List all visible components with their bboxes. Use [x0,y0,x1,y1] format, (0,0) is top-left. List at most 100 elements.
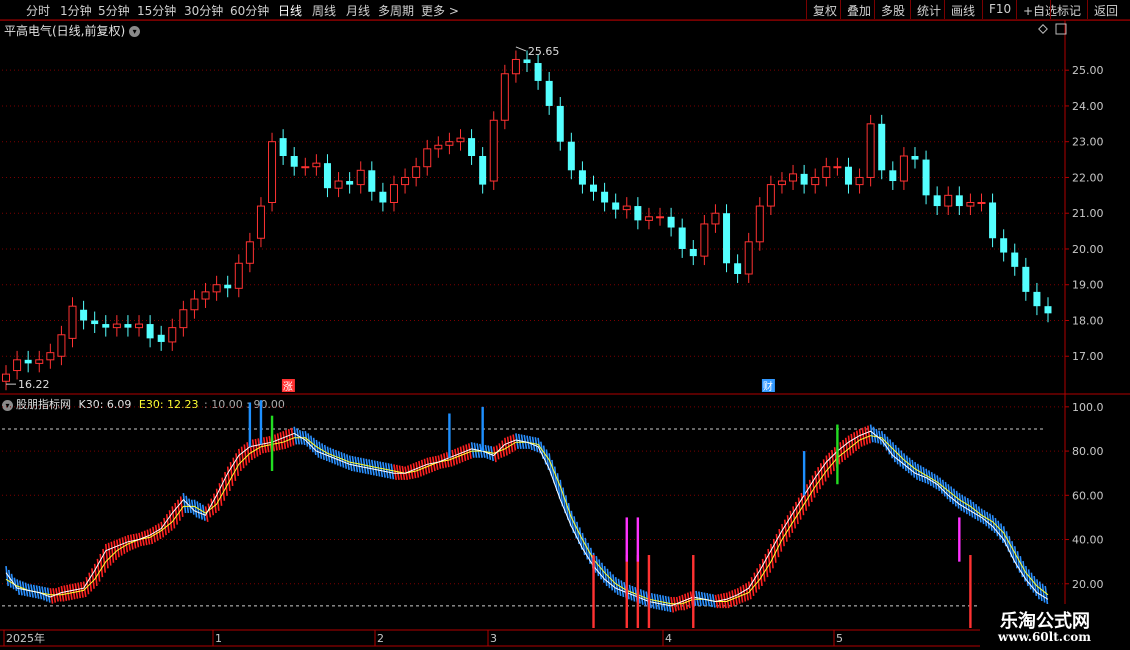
price-tick-label: 18.00 [1072,314,1104,327]
hatch-stroke [745,583,749,601]
price-tick-label: 22.00 [1072,171,1104,184]
hatch-stroke [362,458,367,474]
candle-body [2,373,10,382]
candle-body [766,184,775,207]
candle-body [678,227,686,249]
blue-signal-bar [259,400,263,445]
candle-body [578,170,586,185]
hatch-stroke [357,457,361,473]
event-marker-label: 财 [763,380,773,393]
candle-body [489,119,498,182]
hatch-stroke [240,446,245,469]
hatch-stroke [742,584,747,602]
hatch-stroke [889,439,894,459]
hatch-stroke [603,565,608,587]
hatch-stroke [952,488,957,507]
time-axis-label: 1 [215,632,222,645]
hatch-stroke [376,460,381,477]
hatch-stroke [359,457,364,474]
blue-signal-bar [448,413,451,458]
candle-body [80,309,88,321]
hatch-stroke [614,577,619,595]
hatch-stroke [966,497,971,516]
hatch-stroke [384,462,389,479]
candle-body [556,105,564,142]
candle-body [755,205,764,243]
hatch-stroke [74,583,79,599]
hatch-stroke [659,594,664,611]
hatch-stroke [720,593,724,609]
hatch-stroke [662,595,666,611]
hatch-stroke [853,432,858,452]
hatch-stroke [179,496,184,517]
candlestick-series [2,50,1052,391]
hatch-stroke [1027,569,1032,590]
hatch-stroke [955,490,960,509]
blue-signal-bar [481,406,484,452]
price-tick-label: 17.00 [1072,350,1104,363]
hatch-stroke [71,583,76,600]
indicator-axis-labels: 100.0 80.00 60.00 40.00 20.00 [1065,401,1104,591]
blue-signal-bar [248,402,252,447]
hatch-stroke [961,494,966,513]
time-axis-label: 2 [377,632,384,645]
hatch-stroke [828,452,833,475]
hatch-stroke [254,438,259,457]
hatch-stroke [678,595,683,611]
time-axis-label: 5 [836,632,843,645]
hatch-stroke [905,455,910,474]
hatch-stroke [858,428,863,447]
hatch-stroke [1041,583,1046,603]
hatch-stroke [368,459,373,475]
candle-body [190,298,199,311]
candle-body [124,324,132,328]
hatch-stroke [606,568,611,589]
candle-body [989,202,997,239]
candle-body [13,359,22,372]
hatch-stroke [315,439,320,458]
time-axis-label: 4 [665,632,672,645]
hatch-stroke [515,433,519,449]
candle-body [102,324,110,328]
hatch-stroke [387,463,392,479]
candle-body [389,184,398,203]
hatch-stroke [653,593,658,610]
hatch-stroke [174,502,179,525]
hatch-stroke [986,511,991,529]
hatch-stroke [847,435,852,456]
magenta-signal-bar [958,517,961,562]
candle-body [911,156,919,160]
candle-body [1033,291,1041,307]
hatch-stroke [63,585,68,602]
candle-body [135,323,144,329]
hatch-stroke [664,595,669,612]
candle-body [412,166,421,178]
hatch-stroke [1000,523,1004,543]
candle-body [944,194,953,207]
hatch-stroke [168,510,173,531]
candle-body [789,173,798,182]
hatch-stroke [279,432,284,450]
candle-body [644,216,653,221]
candle-body [656,216,665,219]
hatch-stroke [262,437,267,453]
red-signal-bar [647,555,651,628]
chart-canvas[interactable]: 25.00 24.00 23.00 22.00 21.00 20.00 19.00 18.00… [0,0,1130,650]
hatch-stroke [916,463,921,482]
hatch-stroke [80,581,84,598]
hatch-stroke [969,499,974,518]
candle-body [445,141,454,146]
hatch-stroke [914,462,918,480]
high-price-label: 25.65 [528,45,560,58]
candle-body [744,241,753,275]
hatch-stroke [501,440,506,457]
candle-body [700,223,709,257]
hatch-stroke [116,539,120,558]
hatch-stroke [276,433,281,451]
hatch-stroke [371,459,375,476]
hatch-stroke [60,585,65,602]
hatch-stroke [290,427,295,446]
candle-body [500,73,509,121]
hatch-stroke [365,458,370,475]
price-grid [2,69,1065,357]
